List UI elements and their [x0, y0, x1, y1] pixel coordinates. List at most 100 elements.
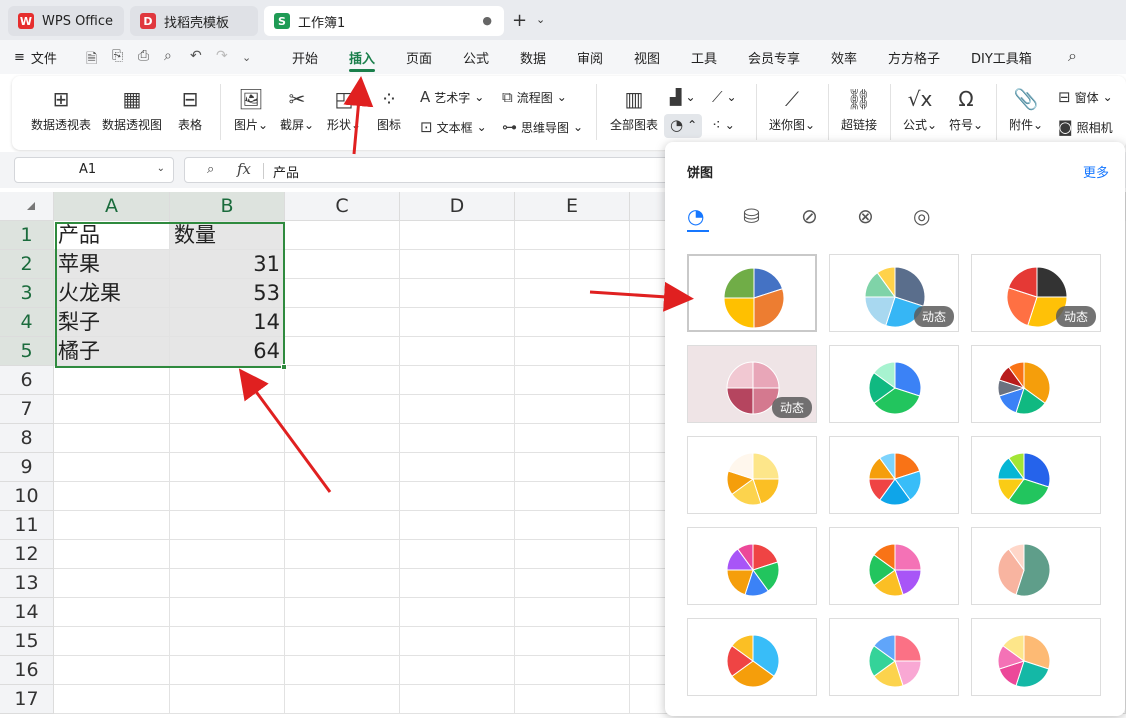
cell[interactable]	[54, 366, 170, 395]
cell[interactable]	[285, 453, 400, 482]
cell[interactable]	[400, 569, 515, 598]
cell[interactable]	[400, 685, 515, 714]
pie-template-10[interactable]	[687, 527, 817, 605]
cell[interactable]	[54, 656, 170, 685]
cell[interactable]	[285, 250, 400, 279]
row-header[interactable]: 13	[0, 569, 54, 598]
cell[interactable]	[515, 221, 630, 250]
all-charts-button[interactable]: ▥ 全部图表	[606, 86, 662, 133]
search-icon[interactable]: ⌕	[1068, 46, 1077, 66]
cell[interactable]	[285, 598, 400, 627]
cell[interactable]	[515, 366, 630, 395]
cell[interactable]	[400, 540, 515, 569]
pie-template-12[interactable]	[971, 527, 1101, 605]
row-header[interactable]: 8	[0, 424, 54, 453]
cell[interactable]	[400, 337, 515, 366]
formula-button[interactable]: √x 公式⌄	[900, 86, 940, 133]
cell[interactable]	[54, 685, 170, 714]
print-preview-icon[interactable]: ⌕	[164, 48, 172, 64]
cell[interactable]	[400, 598, 515, 627]
column-header-c[interactable]: C	[285, 192, 400, 221]
cell[interactable]	[54, 424, 170, 453]
mindmap-button[interactable]: ⊶ 思维导图 ⌄	[502, 118, 583, 136]
cell[interactable]	[170, 627, 285, 656]
row-header[interactable]: 6	[0, 366, 54, 395]
save-icon[interactable]: 🗎	[86, 48, 97, 72]
textbox-button[interactable]: ⊡ 文本框 ⌄	[420, 118, 487, 136]
cell[interactable]	[54, 569, 170, 598]
cell[interactable]	[400, 366, 515, 395]
cell[interactable]	[170, 598, 285, 627]
cell[interactable]	[515, 569, 630, 598]
row-header[interactable]: 10	[0, 482, 54, 511]
pie-template-4[interactable]: 动态	[687, 345, 817, 423]
pie-of-pie-icon[interactable]: ⊘	[801, 204, 818, 228]
fill-handle[interactable]	[281, 364, 287, 370]
pie-template-5[interactable]	[829, 345, 959, 423]
cell[interactable]	[170, 453, 285, 482]
cell[interactable]	[285, 337, 400, 366]
cell[interactable]	[400, 279, 515, 308]
pie-template-14[interactable]	[829, 618, 959, 696]
quick-access-dropdown-icon[interactable]: ⌄	[242, 51, 251, 64]
pie-template-11[interactable]	[829, 527, 959, 605]
cell[interactable]	[400, 250, 515, 279]
3d-pie-icon[interactable]: ⛁	[743, 204, 760, 228]
cell[interactable]	[515, 453, 630, 482]
new-tab-icon[interactable]: +	[512, 10, 527, 31]
pie-template-9[interactable]	[971, 436, 1101, 514]
cell[interactable]	[54, 511, 170, 540]
pie-icon[interactable]: ◔	[687, 204, 704, 228]
pie-template-2[interactable]: 动态	[829, 254, 959, 332]
menu-page[interactable]: 页面	[406, 48, 432, 67]
cell[interactable]	[170, 395, 285, 424]
zoom-icon[interactable]: ⌕	[207, 162, 214, 177]
menu-tools[interactable]: 工具	[691, 48, 717, 67]
icon-button[interactable]: ⁘ 图标	[372, 86, 406, 133]
cell[interactable]	[54, 395, 170, 424]
screenshot-button[interactable]: ✂ 截屏⌄	[278, 86, 316, 133]
cell[interactable]	[515, 540, 630, 569]
cell[interactable]	[515, 424, 630, 453]
column-header-e[interactable]: E	[515, 192, 630, 221]
cell[interactable]	[285, 279, 400, 308]
chevron-down-icon[interactable]: ⌄	[157, 163, 165, 174]
line-chart-button[interactable]: ⟋ ⌄	[712, 88, 737, 106]
pie-template-7[interactable]	[687, 436, 817, 514]
cell[interactable]	[515, 685, 630, 714]
cell[interactable]	[285, 366, 400, 395]
table-button[interactable]: ⊟ 表格	[172, 86, 208, 133]
cell[interactable]	[515, 511, 630, 540]
row-header[interactable]: 7	[0, 395, 54, 424]
row-header[interactable]: 9	[0, 453, 54, 482]
cell[interactable]	[285, 424, 400, 453]
shape-button[interactable]: ◰ 形状⌄	[324, 86, 364, 133]
cell[interactable]	[54, 598, 170, 627]
pivot-table-button[interactable]: ⊞ 数据透视表	[30, 86, 92, 133]
cell[interactable]	[170, 540, 285, 569]
cell[interactable]	[400, 395, 515, 424]
cell[interactable]	[400, 221, 515, 250]
cell[interactable]	[515, 598, 630, 627]
cell[interactable]	[285, 308, 400, 337]
menu-diy-toolbox[interactable]: DIY工具箱	[971, 48, 1032, 67]
cell[interactable]	[54, 627, 170, 656]
cell[interactable]	[285, 482, 400, 511]
cell[interactable]	[400, 627, 515, 656]
cell[interactable]	[285, 511, 400, 540]
attachment-button[interactable]: 📎 附件⌄	[1006, 86, 1046, 133]
cell[interactable]	[515, 627, 630, 656]
sparkline-button[interactable]: ⟋ 迷你图⌄	[766, 86, 818, 133]
picture-button[interactable]: 🖼 图片⌄	[232, 86, 270, 133]
cell[interactable]	[285, 656, 400, 685]
select-all-corner[interactable]	[0, 192, 54, 221]
export-icon[interactable]: ⎘	[112, 48, 123, 64]
pie-template-6[interactable]	[971, 345, 1101, 423]
row-header[interactable]: 17	[0, 685, 54, 714]
cell[interactable]	[400, 453, 515, 482]
pie-template-13[interactable]	[687, 618, 817, 696]
menu-review[interactable]: 审阅	[577, 48, 603, 67]
hyperlink-button[interactable]: ⛓ 超链接	[838, 86, 880, 133]
symbol-button[interactable]: Ω 符号⌄	[946, 86, 986, 133]
cell[interactable]	[170, 511, 285, 540]
